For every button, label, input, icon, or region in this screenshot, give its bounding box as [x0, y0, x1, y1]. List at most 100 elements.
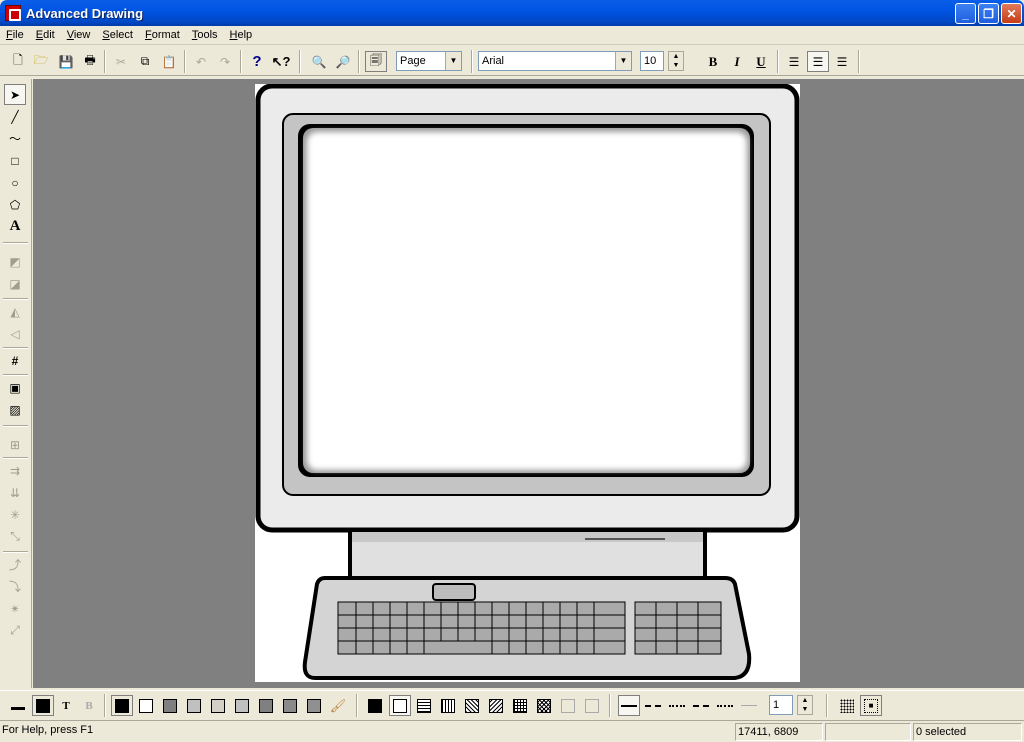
line-style-dashdotdot-button[interactable]	[714, 695, 736, 716]
chevron-down-icon[interactable]: ▼	[445, 52, 461, 70]
menu-view[interactable]: View	[61, 27, 97, 44]
zoom-page-button[interactable]: 🗐	[365, 51, 387, 72]
color-slate-button[interactable]	[255, 695, 277, 716]
align-right-button[interactable]: ☰	[831, 51, 853, 72]
color-white-button[interactable]	[135, 695, 157, 716]
color-silver-button[interactable]	[231, 695, 253, 716]
skew-button[interactable]: ⤢	[4, 620, 26, 641]
group-button[interactable]: ▣	[4, 377, 26, 398]
line-style-solid-button[interactable]	[618, 695, 640, 716]
text-tool[interactable]: A	[4, 216, 26, 237]
context-help-button[interactable]: ↖?	[270, 51, 292, 72]
new-button[interactable]: 🗋	[7, 51, 29, 72]
snap-to-grid-button[interactable]: ■	[860, 695, 882, 716]
spin-down-icon[interactable]: ▼	[798, 705, 812, 714]
show-grid-button[interactable]	[836, 695, 858, 716]
line-tool[interactable]: ╱	[4, 106, 26, 127]
line-style-dashdot-button[interactable]	[690, 695, 712, 716]
fill-diagonal-up-button[interactable]	[485, 695, 507, 716]
menu-tools[interactable]: Tools	[186, 27, 224, 44]
bring-to-front-button[interactable]: ◩	[4, 251, 26, 272]
cut-button[interactable]: ✂	[110, 51, 132, 72]
redo-button[interactable]: ↷	[214, 51, 236, 72]
align-left-button[interactable]: ☰	[783, 51, 805, 72]
chevron-down-icon[interactable]: ▼	[615, 52, 631, 70]
fill-empty2-button[interactable]	[581, 695, 603, 716]
fill-diagcross-button[interactable]	[533, 695, 555, 716]
color-black-button[interactable]	[111, 695, 133, 716]
line-color-button[interactable]	[7, 695, 29, 716]
ellipse-tool[interactable]: ○	[4, 172, 26, 193]
font-size-spinner[interactable]: ▲ ▼	[668, 51, 684, 71]
color-lightgray-button[interactable]	[207, 695, 229, 716]
select-tool[interactable]: ➤	[4, 84, 26, 105]
help-button[interactable]: ?	[246, 51, 268, 72]
italic-button[interactable]: I	[726, 51, 748, 72]
color-gray-button[interactable]	[183, 695, 205, 716]
paste-button[interactable]: 📋	[158, 51, 180, 72]
zoom-select[interactable]: Page ▼	[396, 51, 462, 71]
minimize-button[interactable]: _	[955, 3, 976, 24]
copy-button[interactable]: ⧉	[134, 51, 156, 72]
align-objects-button[interactable]: ⊞	[4, 434, 26, 455]
spin-down-icon[interactable]: ▼	[669, 61, 683, 70]
resize-button[interactable]: ⤡	[4, 526, 26, 547]
flip-horizontal-button[interactable]: ◭	[4, 301, 26, 322]
ungroup-button[interactable]: ▨	[4, 399, 26, 420]
zoom-in-button[interactable]: 🔍	[308, 51, 330, 72]
menu-file[interactable]: File	[0, 27, 30, 44]
line-width-input[interactable]: 1	[769, 695, 793, 715]
flip-vertical-button[interactable]: ◁	[4, 323, 26, 344]
bold-button[interactable]: B	[702, 51, 724, 72]
menu-help[interactable]: Help	[224, 27, 259, 44]
menu-select[interactable]: Select	[96, 27, 139, 44]
menu-edit[interactable]: Edit	[30, 27, 61, 44]
space-down-button[interactable]: ⇊	[4, 482, 26, 503]
drawing-workspace[interactable]	[33, 79, 1024, 688]
text-color-button[interactable]: T	[55, 695, 77, 716]
zoom-out-button[interactable]: 🔎	[332, 51, 354, 72]
fill-none-button[interactable]	[389, 695, 411, 716]
rotate-button[interactable]: ✴	[4, 598, 26, 619]
line-style-dash-button[interactable]	[642, 695, 664, 716]
polygon-tool[interactable]: ⬠	[4, 194, 26, 215]
save-button[interactable]: 💾	[55, 51, 77, 72]
line-style-dot-button[interactable]	[666, 695, 688, 716]
rectangle-tool[interactable]: □	[4, 150, 26, 171]
drawing-page[interactable]	[255, 83, 800, 682]
rotate-right-button[interactable]: ⤴	[4, 554, 26, 575]
space-across-button[interactable]: ⇉	[4, 460, 26, 481]
fill-diagonal-down-button[interactable]	[461, 695, 483, 716]
print-button[interactable]: 🖶	[79, 51, 101, 72]
center-button[interactable]: ✳	[4, 504, 26, 525]
font-size-input[interactable]: 10	[640, 51, 664, 71]
fill-solid-button[interactable]	[364, 695, 386, 716]
fill-vertical-button[interactable]	[437, 695, 459, 716]
color-steel-button[interactable]	[279, 695, 301, 716]
line-width-spinner[interactable]: ▲ ▼	[797, 695, 813, 715]
background-color-button[interactable]: B	[78, 695, 100, 716]
fill-empty-button[interactable]	[557, 695, 579, 716]
computer-clipart[interactable]	[255, 83, 800, 682]
color-picker-button[interactable]: 🖌	[327, 695, 349, 716]
underline-button[interactable]: U	[750, 51, 772, 72]
menu-format[interactable]: Format	[139, 27, 186, 44]
fill-horizontal-button[interactable]	[413, 695, 435, 716]
color-darkgray-button[interactable]	[159, 695, 181, 716]
color-charcoal-button[interactable]	[303, 695, 325, 716]
rotate-left-button[interactable]: ⤵	[4, 576, 26, 597]
grid-button[interactable]: #	[4, 350, 26, 371]
restore-button[interactable]: ❐	[978, 3, 999, 24]
fill-color-button[interactable]	[32, 695, 54, 716]
close-button[interactable]: ✕	[1001, 3, 1022, 24]
polyline-tool[interactable]: 〜	[4, 128, 26, 149]
undo-button[interactable]: ↶	[190, 51, 212, 72]
line-style-none-button[interactable]	[738, 695, 760, 716]
spin-up-icon[interactable]: ▲	[669, 52, 683, 61]
fill-cross-button[interactable]	[509, 695, 531, 716]
spin-up-icon[interactable]: ▲	[798, 696, 812, 705]
align-center-button[interactable]: ☰	[807, 51, 829, 72]
send-to-back-button[interactable]: ◪	[4, 273, 26, 294]
font-name-select[interactable]: Arial ▼	[478, 51, 632, 71]
open-button[interactable]: 🗁	[30, 51, 52, 72]
